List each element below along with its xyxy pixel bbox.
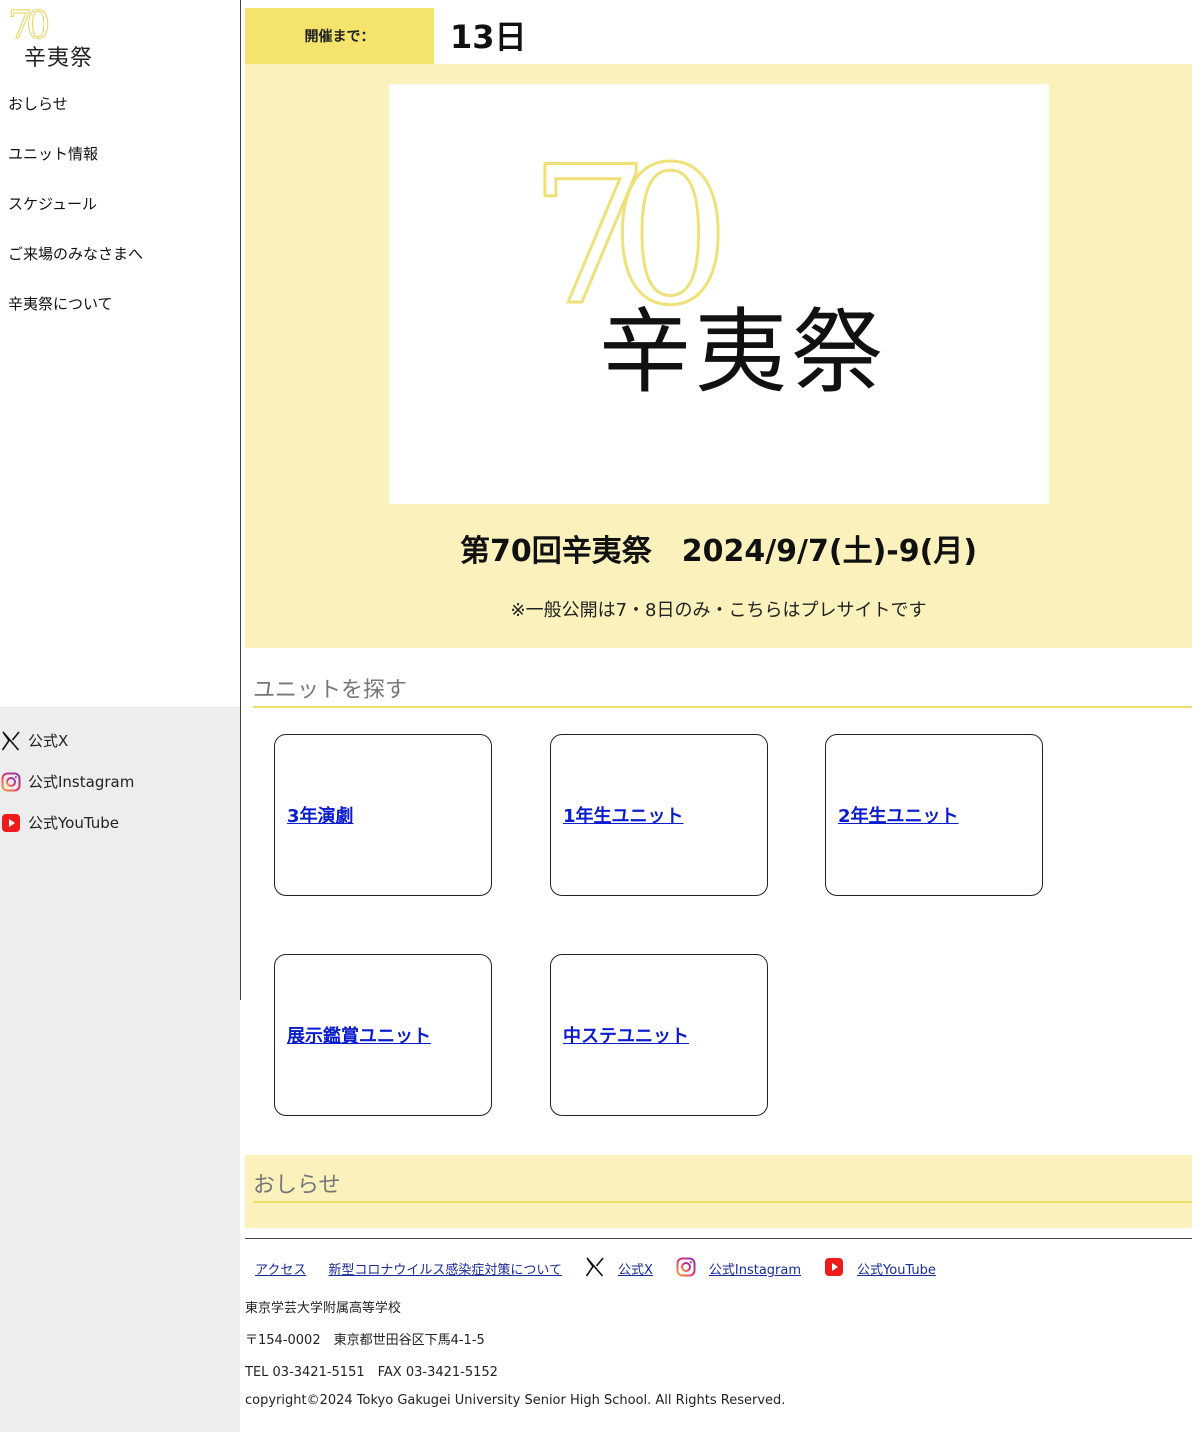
festival-subtitle: ※一般公開は7・8日のみ・こちらはプレサイトです bbox=[510, 600, 927, 621]
news-section: おしらせ bbox=[245, 1155, 1192, 1228]
footer-link-youtube[interactable]: 公式YouTube bbox=[823, 1256, 936, 1278]
nav-item-schedule[interactable]: スケジュール bbox=[8, 190, 143, 240]
footer-link-label: 新型コロナウイルス感染症対策について bbox=[328, 1263, 562, 1278]
nav-item-news[interactable]: おしらせ bbox=[8, 90, 143, 140]
unit-link[interactable]: 展示鑑賞ユニット bbox=[287, 1022, 431, 1048]
nav-item-units[interactable]: ユニット情報 bbox=[8, 140, 143, 190]
footer-phone: TEL 03-3421-5151 FAX 03-3421-5152 bbox=[245, 1365, 498, 1380]
sidebar-social-links: 公式X 公式Instagram 公式YouTube bbox=[0, 720, 134, 843]
sidebar-youtube-link[interactable]: 公式YouTube bbox=[0, 802, 134, 843]
units-heading: ユニットを探す bbox=[253, 672, 1192, 708]
unit-card[interactable]: 2年生ユニット bbox=[825, 734, 1043, 896]
unit-card[interactable]: 展示鑑賞ユニット bbox=[274, 954, 492, 1116]
unit-card[interactable]: 1年生ユニット bbox=[550, 734, 768, 896]
sidebar-instagram-link[interactable]: 公式Instagram bbox=[0, 761, 134, 802]
hero-banner: 70 辛夷祭 第70回辛夷祭 2024/9/7(土)-9(月) ※一般公開は7・… bbox=[245, 64, 1192, 648]
unit-card[interactable]: 中ステユニット bbox=[550, 954, 768, 1116]
instagram-icon bbox=[675, 1256, 697, 1278]
footer-link-access[interactable]: アクセス bbox=[255, 1259, 306, 1278]
countdown-label: 開催まで： bbox=[245, 8, 434, 64]
unit-card[interactable]: 3年演劇 bbox=[274, 734, 492, 896]
footer-link-covid[interactable]: 新型コロナウイルス感染症対策について bbox=[328, 1259, 562, 1278]
unit-link[interactable]: 2年生ユニット bbox=[838, 802, 959, 828]
footer-link-label: 公式YouTube bbox=[857, 1263, 936, 1278]
footer-school-name: 東京学芸大学附属高等学校 bbox=[245, 1301, 402, 1316]
x-icon bbox=[584, 1256, 606, 1278]
instagram-icon bbox=[0, 771, 22, 793]
unit-link[interactable]: 3年演劇 bbox=[287, 802, 354, 828]
footer-copyright: copyright©2024 Tokyo Gakugei University … bbox=[245, 1393, 786, 1408]
footer-links: アクセス 新型コロナウイルス感染症対策について 公式X 公式Instagram bbox=[255, 1256, 958, 1278]
unit-link[interactable]: 1年生ユニット bbox=[563, 802, 684, 828]
sidebar-instagram-label: 公式Instagram bbox=[28, 773, 135, 791]
youtube-icon bbox=[0, 812, 22, 834]
festival-title: 第70回辛夷祭 2024/9/7(土)-9(月) bbox=[459, 534, 978, 569]
nav-item-visitors[interactable]: ご来場のみなさまへ bbox=[8, 240, 143, 290]
sidebar-youtube-label: 公式YouTube bbox=[28, 814, 119, 832]
logo-text: 辛夷祭 bbox=[24, 46, 94, 71]
youtube-icon bbox=[823, 1256, 845, 1278]
unit-link[interactable]: 中ステユニット bbox=[563, 1022, 689, 1048]
news-heading: おしらせ bbox=[253, 1167, 1192, 1203]
footer-link-instagram[interactable]: 公式Instagram bbox=[675, 1256, 801, 1278]
footer-link-label: アクセス bbox=[255, 1263, 307, 1278]
footer-divider bbox=[245, 1238, 1192, 1239]
site-logo[interactable]: 70 辛夷祭 bbox=[7, 3, 108, 72]
countdown: 開催まで： 13日 bbox=[245, 8, 1192, 64]
nav-item-about[interactable]: 辛夷祭について bbox=[8, 290, 143, 340]
x-icon bbox=[0, 730, 22, 752]
sidebar-x-label: 公式X bbox=[28, 732, 69, 750]
sidebar: 70 辛夷祭 おしらせ ユニット情報 スケジュール ご来場のみなさまへ 辛夷祭に… bbox=[0, 0, 241, 1432]
footer-link-x[interactable]: 公式X bbox=[584, 1256, 653, 1278]
hero-logo-text: 辛夷祭 bbox=[599, 299, 887, 406]
countdown-value: 13日 bbox=[450, 18, 527, 56]
footer-link-label: 公式X bbox=[617, 1263, 653, 1278]
hero-logo-image: 70 辛夷祭 bbox=[389, 84, 1049, 504]
hero-logo-graphic: 70 辛夷祭 bbox=[528, 125, 887, 407]
sidebar-nav: おしらせ ユニット情報 スケジュール ご来場のみなさまへ 辛夷祭について bbox=[8, 90, 143, 340]
footer-link-label: 公式Instagram bbox=[708, 1263, 802, 1278]
footer-address: 〒154-0002 東京都世田谷区下馬4-1-5 bbox=[245, 1333, 485, 1348]
logo-number: 70 bbox=[7, 3, 50, 47]
sidebar-x-link[interactable]: 公式X bbox=[0, 720, 134, 761]
